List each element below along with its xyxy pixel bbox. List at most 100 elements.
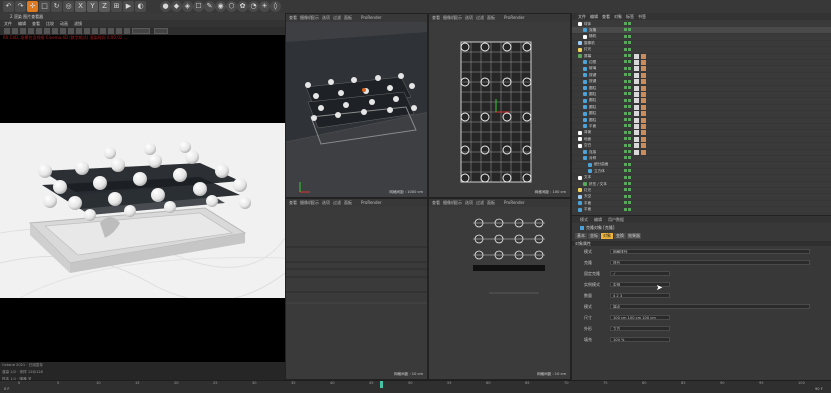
render-toggle[interactable] bbox=[628, 169, 631, 173]
toolbar-button[interactable]: ◈ bbox=[182, 1, 193, 12]
visibility-toggle[interactable] bbox=[624, 194, 627, 198]
hdr-icon[interactable] bbox=[100, 28, 106, 34]
viewport-menu-item[interactable]: 显示 bbox=[311, 200, 319, 206]
render-toggle[interactable] bbox=[628, 124, 631, 128]
render-toggle[interactable] bbox=[628, 60, 631, 64]
attribute-field[interactable]: 立方 bbox=[610, 326, 670, 331]
toolbar-button[interactable]: ◊ bbox=[270, 1, 281, 12]
am-menu-userdata[interactable]: 用户数据 bbox=[608, 217, 624, 223]
info-icon[interactable] bbox=[116, 28, 122, 34]
material-tag-icon[interactable] bbox=[634, 91, 639, 97]
texture-tag-icon[interactable] bbox=[641, 59, 646, 65]
material-tag-icon[interactable] bbox=[634, 72, 639, 78]
texture-tag-icon[interactable] bbox=[641, 98, 646, 104]
render-toggle[interactable] bbox=[628, 150, 631, 153]
texture-tag-icon[interactable] bbox=[641, 130, 646, 136]
texture-tag-icon[interactable] bbox=[641, 149, 646, 155]
viewport-right[interactable]: 查看摄像机显示选项过滤面板ProRender 右视图 网格间距 : 10 cm bbox=[285, 198, 428, 380]
toolbar-button[interactable]: ◔ bbox=[248, 1, 259, 12]
viewport-menu-item[interactable]: 选项 bbox=[322, 15, 330, 21]
material-tag-icon[interactable] bbox=[634, 130, 639, 136]
viewport-menu-item[interactable]: 面板 bbox=[344, 15, 352, 21]
viewport-menu-item[interactable]: 查看 bbox=[289, 15, 297, 21]
om-menu-item[interactable]: 标签 bbox=[626, 14, 634, 20]
material-tag-icon[interactable] bbox=[634, 143, 639, 149]
toolbar-button[interactable]: ✛ bbox=[27, 1, 38, 12]
visibility-toggle[interactable] bbox=[624, 79, 627, 83]
material-tag-icon[interactable] bbox=[634, 117, 639, 123]
visibility-toggle[interactable] bbox=[624, 201, 627, 205]
toolbar-button[interactable]: ✎ bbox=[204, 1, 215, 12]
attribute-field[interactable]: 迭代 bbox=[610, 260, 810, 265]
texture-tag-icon[interactable] bbox=[641, 66, 646, 72]
lut-icon[interactable] bbox=[84, 28, 90, 34]
render-toggle[interactable] bbox=[628, 66, 631, 70]
viewport-top[interactable]: 查看摄像机显示选项过滤面板ProRender 顶视图 网格间距 : 100 cm bbox=[428, 13, 571, 198]
visibility-toggle[interactable] bbox=[624, 156, 627, 160]
render-toggle[interactable] bbox=[628, 194, 631, 198]
toolbar-button[interactable]: Y bbox=[87, 1, 98, 12]
render-icon[interactable] bbox=[20, 28, 26, 34]
render-toggle[interactable] bbox=[628, 175, 631, 179]
render-toggle[interactable] bbox=[628, 130, 631, 134]
tab-transform[interactable]: 变换 bbox=[614, 233, 626, 239]
texture-tag-icon[interactable] bbox=[641, 53, 646, 59]
viewport-menu-item[interactable]: 显示 bbox=[454, 200, 462, 206]
toolbar-button[interactable]: ↷ bbox=[15, 1, 26, 12]
viewport-menu-item[interactable]: 过滤 bbox=[476, 200, 484, 206]
visibility-toggle[interactable] bbox=[624, 98, 627, 102]
viewport-menu-item[interactable]: 面板 bbox=[344, 200, 352, 206]
render-toggle[interactable] bbox=[628, 34, 631, 38]
toolbar-button[interactable]: □ bbox=[39, 1, 50, 12]
texture-tag-icon[interactable] bbox=[641, 136, 646, 142]
visibility-toggle[interactable] bbox=[624, 41, 627, 45]
visibility-toggle[interactable] bbox=[624, 207, 627, 211]
toolbar-button[interactable]: ⬡ bbox=[226, 1, 237, 12]
zoom-icon[interactable] bbox=[52, 28, 58, 34]
om-menu-item[interactable]: 查看 bbox=[602, 14, 610, 20]
channel-icon[interactable] bbox=[76, 28, 82, 34]
tab-effectors[interactable]: 效果器 bbox=[627, 233, 641, 239]
visibility-toggle[interactable] bbox=[624, 22, 627, 25]
render-toggle[interactable] bbox=[628, 118, 631, 121]
render-toggle[interactable] bbox=[628, 207, 631, 211]
visibility-toggle[interactable] bbox=[624, 143, 627, 147]
visibility-toggle[interactable] bbox=[624, 66, 627, 70]
toolbar-button[interactable]: ◎ bbox=[63, 1, 74, 12]
material-tag-icon[interactable] bbox=[634, 104, 639, 110]
tab-coord[interactable]: 坐标 bbox=[588, 233, 600, 239]
texture-tag-icon[interactable] bbox=[641, 85, 646, 91]
zoom-dropdown[interactable] bbox=[154, 28, 168, 34]
visibility-toggle[interactable] bbox=[624, 47, 627, 51]
filter-icon[interactable] bbox=[124, 28, 130, 34]
texture-tag-icon[interactable] bbox=[641, 123, 646, 129]
render-toggle[interactable] bbox=[628, 105, 631, 109]
render-toggle[interactable] bbox=[628, 86, 631, 89]
render-toggle[interactable] bbox=[628, 98, 631, 102]
visibility-toggle[interactable] bbox=[624, 105, 627, 109]
texture-tag-icon[interactable] bbox=[641, 91, 646, 97]
viewport-menu-item[interactable]: 显示 bbox=[311, 15, 319, 21]
visibility-toggle[interactable] bbox=[624, 54, 627, 57]
material-tag-icon[interactable] bbox=[634, 123, 639, 129]
viewport-menu-item[interactable]: 查看 bbox=[289, 200, 297, 206]
settings-icon[interactable] bbox=[60, 28, 66, 34]
visibility-toggle[interactable] bbox=[624, 60, 627, 64]
region-icon[interactable] bbox=[44, 28, 50, 34]
am-menu-edit[interactable]: 编辑 bbox=[594, 217, 602, 223]
visibility-toggle[interactable] bbox=[624, 137, 627, 141]
toolbar-button[interactable]: ◐ bbox=[135, 1, 146, 12]
attribute-field[interactable]: 网格排列 bbox=[610, 249, 810, 254]
history-icon[interactable] bbox=[108, 28, 114, 34]
visibility-toggle[interactable] bbox=[624, 175, 627, 179]
viewport-menu-item[interactable]: 过滤 bbox=[333, 200, 341, 206]
om-menu-item[interactable]: 文件 bbox=[578, 14, 586, 20]
viewport-menu-item[interactable]: ProRender bbox=[504, 200, 525, 205]
om-menu-item[interactable]: 对象 bbox=[614, 14, 622, 20]
material-tag-icon[interactable] bbox=[634, 59, 639, 65]
toolbar-button[interactable]: ⊞ bbox=[111, 1, 122, 12]
render-toggle[interactable] bbox=[628, 188, 631, 192]
viewport-menu-item[interactable]: 过滤 bbox=[333, 15, 341, 21]
color-icon[interactable] bbox=[92, 28, 98, 34]
toolbar-button[interactable]: ◉ bbox=[215, 1, 226, 12]
